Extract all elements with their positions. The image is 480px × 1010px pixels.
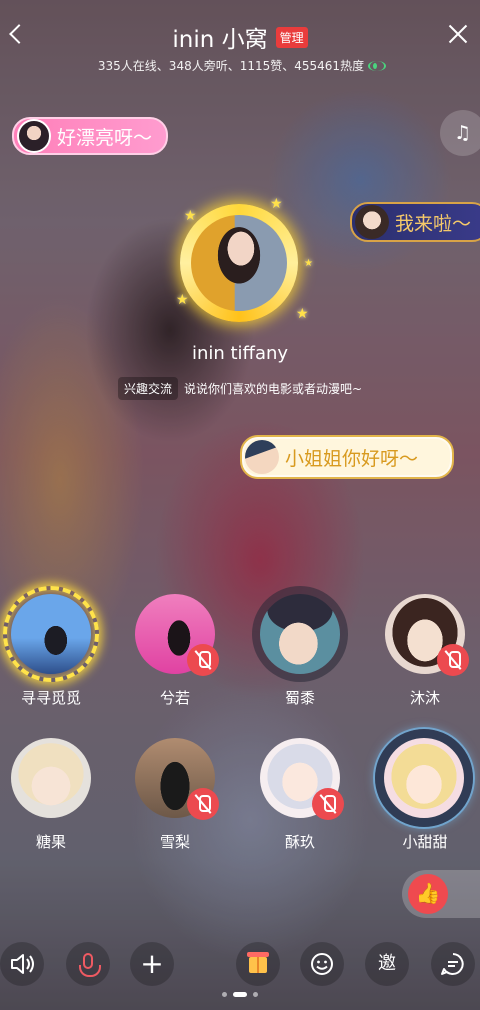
danmaku-bubble: 好漂亮呀～ [12, 117, 169, 155]
seat-name: 小甜甜 [402, 833, 448, 851]
speaker-button[interactable] [0, 942, 44, 986]
seat-name: 寻寻觅觅 [20, 689, 81, 707]
add-button[interactable]: + [130, 942, 174, 986]
mic-muted-icon [312, 788, 344, 820]
star-icon: ★ [184, 208, 197, 224]
like-circle: 👍 [408, 874, 448, 914]
invite-button[interactable]: 邀 [365, 942, 409, 986]
seat-avatar[interactable] [260, 594, 340, 674]
topic-text: 说说你们喜欢的电影或者动漫吧~ [183, 382, 363, 396]
seat-name: 雪梨 [159, 833, 190, 851]
star-icon: ★ [304, 258, 313, 269]
chat-bubble-icon [441, 953, 464, 975]
mic-muted-icon [187, 788, 219, 820]
music-note-icon: ♫ [454, 122, 472, 144]
page-dot[interactable] [222, 992, 227, 997]
admin-badge: 管理 [275, 26, 308, 48]
seat-name: 糖果 [35, 833, 66, 851]
star-icon: ★ [296, 306, 309, 322]
topic-tag: 兴趣交流 [117, 377, 178, 400]
page-dot[interactable] [233, 992, 247, 997]
room-topic: 兴趣交流 说说你们喜欢的电影或者动漫吧~ [0, 377, 480, 400]
seat-avatar[interactable] [11, 738, 91, 818]
mic-muted-icon [187, 644, 219, 676]
seat-avatar[interactable] [11, 594, 91, 674]
star-icon: ★ [270, 196, 283, 212]
emoji-button[interactable] [300, 942, 344, 986]
danmaku-bubble: 小姐姐你好呀～ [240, 435, 454, 479]
room-header: inin 小窝 管理 [0, 20, 480, 54]
mic-muted-icon [437, 644, 469, 676]
plus-icon: + [140, 947, 164, 980]
microphone-icon [79, 953, 101, 977]
bubble-text: 我来啦～ [395, 212, 472, 235]
chat-button[interactable] [431, 942, 475, 986]
bubble-text: 小姐姐你好呀～ [285, 447, 419, 470]
invite-label: 邀 [378, 953, 396, 974]
page-dot[interactable] [253, 992, 258, 997]
like-button[interactable]: 👍 [402, 870, 480, 918]
close-icon[interactable] [446, 22, 470, 46]
bubble-avatar [17, 119, 51, 153]
host-name: inin tiffany [191, 343, 289, 364]
emoji-icon [311, 953, 333, 975]
danmaku-bubble: 我来啦～ [350, 202, 480, 242]
bubble-avatar [355, 205, 389, 239]
seat-name: 蜀黍 [284, 689, 315, 707]
signal-icon [368, 60, 387, 71]
room-stats: 335人在线、348人旁听、1115赞、455461热度 [0, 57, 480, 74]
seat-avatar[interactable] [384, 738, 464, 818]
room-title: inin 小窝 [172, 27, 268, 53]
room-stats-text: 335人在线、348人旁听、1115赞、455461热度 [97, 59, 365, 73]
seat-name: 酥玖 [284, 833, 315, 851]
host-avatar[interactable] [191, 215, 287, 311]
seat-name: 兮若 [159, 689, 190, 707]
thumbs-up-icon: 👍 [415, 881, 441, 905]
star-icon: ★ [176, 292, 189, 308]
seat-name: 沐沐 [409, 689, 440, 707]
bubble-avatar [245, 440, 279, 474]
page-indicator [0, 992, 480, 997]
microphone-button[interactable] [66, 942, 110, 986]
bubble-text: 好漂亮呀～ [57, 126, 153, 149]
gift-icon [247, 952, 269, 973]
music-button[interactable]: ♫ [440, 110, 480, 156]
gift-button[interactable] [236, 942, 280, 986]
speaker-icon [11, 954, 34, 974]
